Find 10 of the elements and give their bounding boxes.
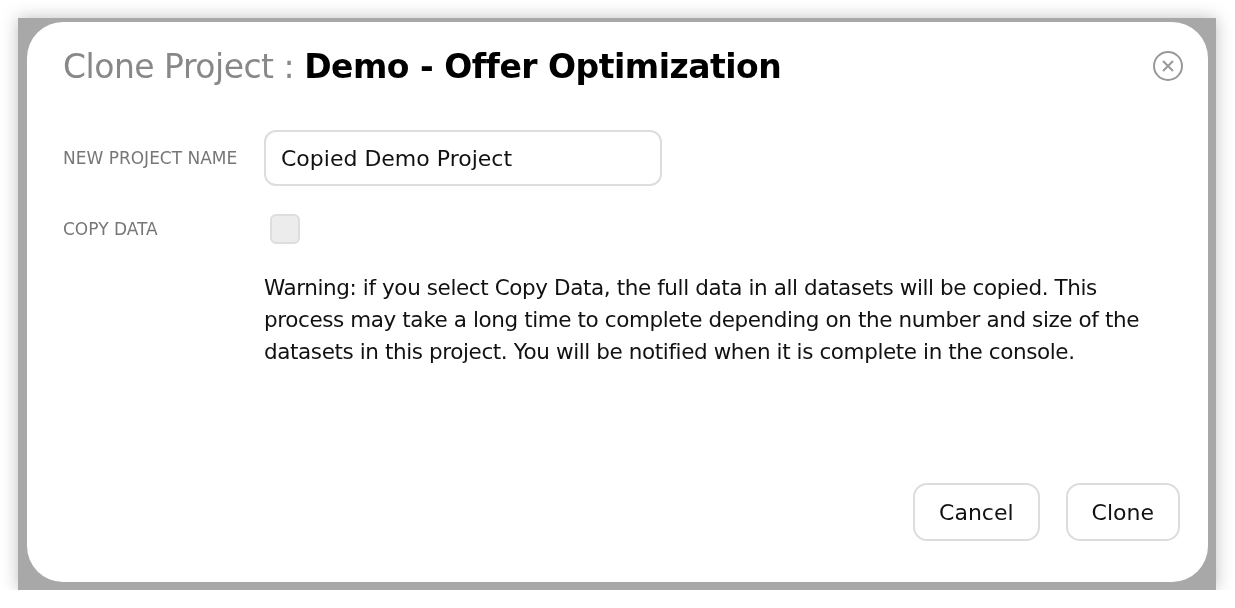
field-label: NEW PROJECT NAME	[63, 148, 239, 168]
dialog-title-prefix: Clone Project :	[63, 47, 295, 86]
checkbox[interactable]	[270, 214, 300, 244]
dialog-title: Demo - Offer Optimization	[304, 47, 782, 86]
close-icon[interactable]	[1152, 50, 1184, 82]
project-name-field[interactable]: Copied Demo Project	[264, 130, 662, 186]
warning-text: Warning: if you select Copy Data, the full data in all datasets will be copied. This process may take a long time to complete depending on the number and size of the datasets in this project. You will be notified when it is complete in the console.	[264, 274, 1141, 366]
field-label: COPY DATA	[63, 219, 159, 239]
dialog-button[interactable]: Clone	[1065, 483, 1180, 541]
dialog-button[interactable]: Cancel	[913, 483, 1040, 541]
